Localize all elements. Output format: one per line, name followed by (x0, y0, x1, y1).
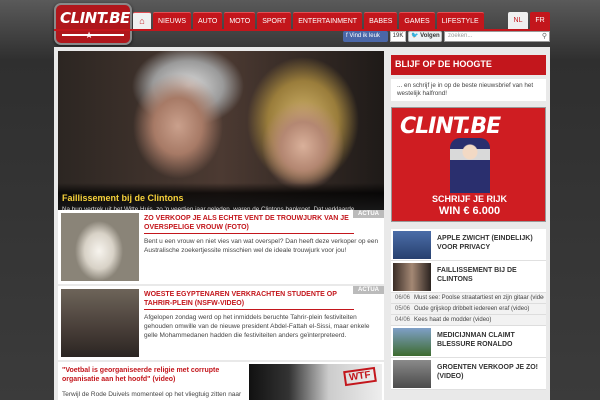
search-input[interactable]: zoeken... ⚲ (444, 31, 550, 42)
newsletter-subtitle[interactable]: ... en schrijf je in op de beste nieuwsb… (391, 79, 546, 101)
ad-logo: CLINT.BE (400, 114, 501, 139)
article-thumbnail[interactable] (61, 289, 139, 357)
twitter-follow-button[interactable]: 🐦 Volgen (408, 31, 442, 42)
article-card[interactable]: ACTUA Woeste Egyptenaren verkrachten stu… (58, 286, 384, 360)
search-placeholder: zoeken... (448, 33, 473, 39)
mini-news-date: 04/06 (395, 317, 411, 323)
sidebar-list: Apple zwicht (eindelijk) voor privacy Fa… (391, 229, 546, 390)
facebook-icon: f (346, 33, 348, 39)
facebook-like-label: Vind ik leuk (349, 33, 380, 39)
search-icon[interactable]: ⚲ (542, 32, 547, 41)
article-title[interactable]: Zo verkoop je als echte vent de trouwjur… (144, 214, 354, 234)
mini-news-row[interactable]: 04/06 Kees haat de modder (video) (391, 315, 546, 326)
mini-news-row[interactable]: 06/06 Must see: Poolse straatartiest en … (391, 293, 546, 304)
sidebar-item[interactable]: Groenten verkoop je zo! (video) (391, 358, 546, 390)
nav-item-lifestyle[interactable]: Lifestyle (436, 12, 484, 29)
article-excerpt: Afgelopen zondag werd op het inmiddels b… (144, 314, 370, 339)
sidebar-thumbnail[interactable] (393, 360, 431, 388)
article-title[interactable]: "Voetbal is georganiseerde religie met c… (62, 366, 242, 385)
mini-news-title[interactable]: Kees haat de modder (video) (414, 315, 544, 326)
logo-text: CLINT.BE (60, 9, 130, 27)
nav-item-auto[interactable]: Auto (193, 12, 223, 29)
sidebar-item-title[interactable]: Faillissement bij de Clintons (437, 266, 542, 284)
sidebar-item-title[interactable]: Apple zwicht (eindelijk) voor privacy (437, 234, 542, 252)
header: CLINT.BE ★ ⌂ Nieuws Auto Moto Sport Ente… (0, 0, 600, 50)
mini-news-row[interactable]: 05/06 Oude grijskop dribbelt iedereen er… (391, 304, 546, 315)
lang-nl-tab[interactable]: NL (508, 12, 528, 29)
mini-news-title[interactable]: Oude grijskop dribbelt iedereen eraf (vi… (414, 304, 544, 315)
advertisement-banner[interactable]: CLINT.BE SCHRIJF JE RIJK WIN € 6.000 (391, 107, 546, 222)
sidebar-thumbnail[interactable] (393, 263, 431, 291)
nav-item-entertainment[interactable]: Entertainment (293, 12, 363, 29)
category-tag: ACTUA (353, 210, 384, 218)
nav-item-sport[interactable]: Sport (257, 12, 292, 29)
mini-news-list: 06/06 Must see: Poolse straatartiest en … (391, 293, 546, 326)
nav-item-moto[interactable]: Moto (224, 12, 256, 29)
sidebar-item[interactable]: Medicijnman claimt blessure Ronaldo (391, 326, 546, 358)
mini-news-title[interactable]: Must see: Poolse straatartiest en zijn g… (414, 293, 544, 304)
article-title[interactable]: Woeste Egyptenaren verkrachten studente … (144, 290, 354, 310)
main-nav: ⌂ Nieuws Auto Moto Sport Entertainment B… (133, 12, 484, 30)
star-icon: ★ (85, 30, 94, 40)
article-card[interactable]: "Voetbal is georganiseerde religie met c… (58, 362, 384, 400)
facebook-like-button[interactable]: f Vind ik leuk (343, 31, 388, 42)
lang-fr-tab[interactable]: FR (530, 12, 550, 29)
main-content: Faillissement bij de Clintons Na hun ver… (54, 47, 550, 400)
article-thumbnail[interactable] (61, 213, 139, 281)
home-icon[interactable]: ⌂ (133, 12, 151, 29)
hero-title[interactable]: Faillissement bij de Clintons (62, 193, 380, 203)
twitter-follow-label: Volgen (420, 33, 440, 39)
sidebar-item-title[interactable]: Medicijnman claimt blessure Ronaldo (437, 331, 542, 349)
wtf-badge: WTF (343, 366, 377, 387)
nav-item-babes[interactable]: Babes (364, 12, 398, 29)
sidebar-thumbnail[interactable] (393, 328, 431, 356)
sidebar-item[interactable]: Apple zwicht (eindelijk) voor privacy (391, 229, 546, 261)
article-excerpt: Bent u een vrouw en niet vies van wat ov… (144, 238, 379, 254)
sidebar-thumbnail[interactable] (393, 231, 431, 259)
twitter-icon: 🐦 (411, 33, 419, 39)
uncle-sam-figure (450, 138, 490, 193)
sidebar-item[interactable]: Faillissement bij de Clintons (391, 261, 546, 293)
mini-news-date: 06/06 (395, 295, 411, 301)
site-logo[interactable]: CLINT.BE ★ (54, 3, 132, 45)
newsletter-title: BLIJF OP DE HOOGTE (391, 55, 546, 75)
article-thumbnail[interactable]: WTF (249, 364, 382, 400)
sidebar-item-title[interactable]: Groenten verkoop je zo! (video) (437, 363, 542, 381)
ad-headline: SCHRIJF JE RIJK (431, 194, 508, 204)
ad-prize: WIN € 6.000 (438, 205, 501, 217)
nav-item-nieuws[interactable]: Nieuws (153, 12, 191, 29)
article-card[interactable]: ACTUA Zo verkoop je als echte vent de tr… (58, 210, 384, 284)
facebook-like-count: 19K (390, 31, 406, 42)
article-excerpt: Terwijl de Rode Duivels momenteel op het… (62, 391, 242, 398)
mini-news-date: 05/06 (395, 306, 411, 312)
nav-item-games[interactable]: Games (399, 12, 435, 29)
category-tag: ACTUA (353, 286, 384, 294)
